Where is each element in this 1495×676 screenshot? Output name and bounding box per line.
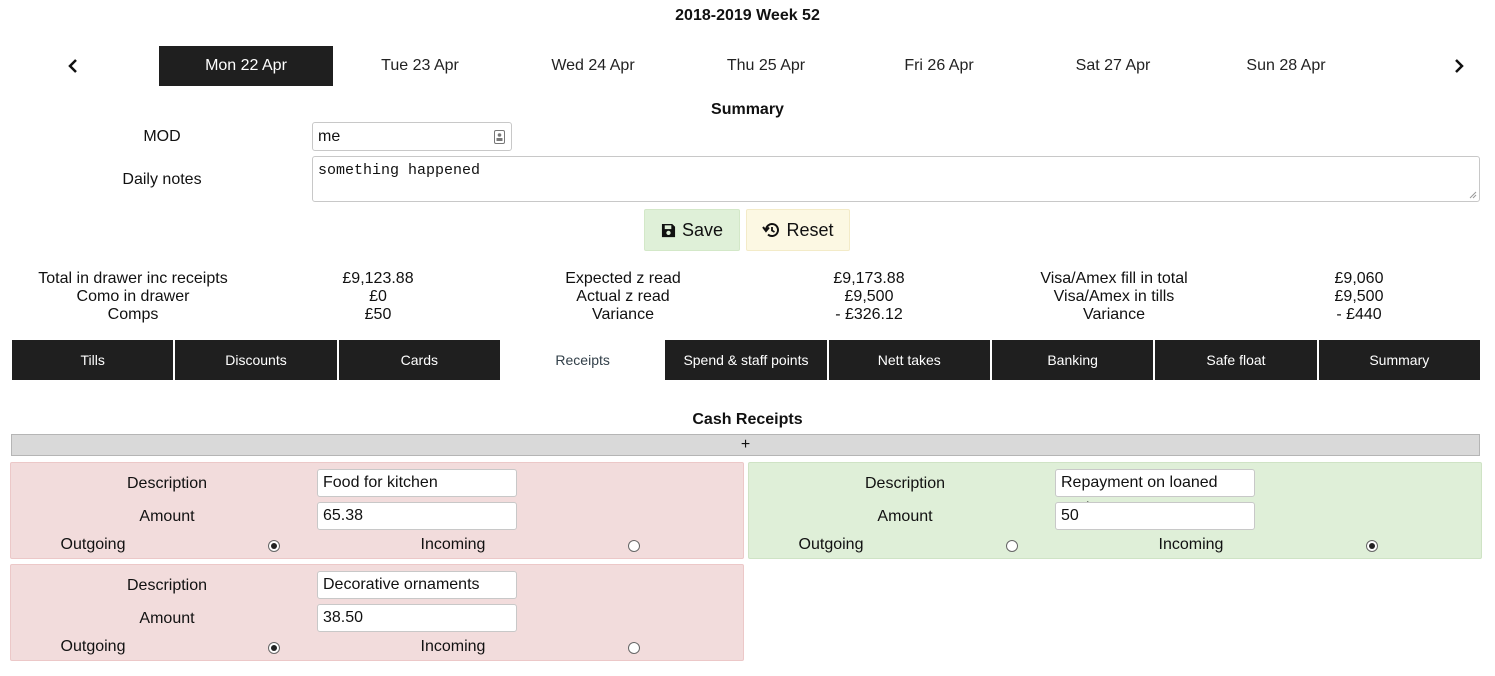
day-tab-tue[interactable]: Tue 23 Apr [333,46,507,86]
page-title: 2018-2019 Week 52 [675,7,820,24]
stat-label: Variance [1083,306,1145,323]
stat-value: £9,173.88 [833,270,905,287]
stat-label: Total in drawer inc receipts [38,270,228,287]
day-tab-sat[interactable]: Sat 27 Apr [1026,46,1200,86]
receipt-card: Description Food for kitchen Amount 65.3… [10,462,744,559]
stat-value: £50 [364,306,392,323]
cash-receipts-heading: Cash Receipts [692,411,803,428]
outgoing-radio[interactable] [1006,540,1018,552]
amount-label: Amount [139,610,195,627]
floppy-disk-icon [661,223,676,237]
prev-week-button[interactable] [58,52,88,80]
stat-label: Visa/Amex fill in total [1040,270,1188,287]
stat-value: - £440 [1336,306,1382,323]
stats-col1-values: £9,123.88 £0 £50 [298,270,458,324]
outgoing-label: Outgoing [60,536,126,553]
description-input[interactable]: Decorative ornaments [317,571,517,599]
reset-button-label: Reset [786,219,834,240]
stat-value: - £326.12 [835,306,903,323]
tab-summary[interactable]: Summary [1318,340,1480,380]
daily-notes-textarea[interactable]: something happened [312,156,1480,202]
stats-col3-labels: Visa/Amex fill in total Visa/Amex in til… [994,270,1234,324]
section-tabs: Tills Discounts Cards Receipts Spend & s… [12,340,1480,380]
daily-notes-label: Daily notes [122,171,202,188]
tab-safe-float[interactable]: Safe float [1155,340,1317,380]
amount-input[interactable]: 50 [1055,502,1255,530]
incoming-label: Incoming [420,638,486,655]
stat-value: £9,060 [1334,270,1384,287]
stat-label: Variance [592,306,654,323]
mod-label: MOD [143,128,181,145]
save-button[interactable]: Save [644,209,740,251]
incoming-label: Incoming [1158,536,1224,553]
history-icon [762,223,780,238]
mod-input[interactable]: me [312,122,512,151]
stat-value: £9,500 [1334,288,1384,305]
stat-label: Como in drawer [76,288,190,305]
tab-discounts[interactable]: Discounts [175,340,337,380]
tab-nett-takes[interactable]: Nett takes [828,340,990,380]
reset-button[interactable]: Reset [746,209,850,251]
day-tab-sun[interactable]: Sun 28 Apr [1199,46,1373,86]
resize-handle-icon[interactable] [1469,191,1477,199]
description-label: Description [126,475,208,492]
tab-banking[interactable]: Banking [991,340,1154,380]
outgoing-label: Outgoing [798,536,864,553]
amount-label: Amount [877,508,933,525]
add-receipt-button[interactable]: + [11,434,1480,456]
stats-col2-values: £9,173.88 £9,500 - £326.12 [789,270,949,324]
tab-cards[interactable]: Cards [338,340,500,380]
incoming-label: Incoming [420,536,486,553]
outgoing-label: Outgoing [60,638,126,655]
day-tab-wed[interactable]: Wed 24 Apr [506,46,680,86]
next-week-button[interactable] [1444,52,1474,80]
description-input[interactable]: Food for kitchen [317,469,517,497]
receipt-card: Description Repayment on loaned cash Amo… [748,462,1482,559]
stats-col3-values: £9,060 £9,500 - £440 [1279,270,1439,324]
description-label: Description [126,577,208,594]
mod-input-value: me [318,128,341,145]
stat-label: Actual z read [576,288,670,305]
chevron-left-icon [68,59,77,73]
day-tab-thu[interactable]: Thu 25 Apr [679,46,853,86]
incoming-radio[interactable] [628,540,640,552]
amount-label: Amount [139,508,195,525]
daily-notes-value: something happened [318,162,481,179]
stat-label: Comps [107,306,159,323]
tab-receipts[interactable]: Receipts [501,340,664,380]
stat-value: £0 [369,288,387,305]
tab-tills[interactable]: Tills [12,340,174,380]
day-tab-fri[interactable]: Fri 26 Apr [852,46,1026,86]
chevron-right-icon [1455,59,1464,73]
stats-col1-labels: Total in drawer inc receipts Como in dra… [13,270,253,324]
outgoing-radio[interactable] [268,540,280,552]
tab-spend-staff-points[interactable]: Spend & staff points [665,340,827,380]
incoming-radio[interactable] [1366,540,1378,552]
stat-label: Visa/Amex in tills [1053,288,1175,305]
amount-input[interactable]: 65.38 [317,502,517,530]
contact-card-icon [494,130,505,144]
amount-input[interactable]: 38.50 [317,604,517,632]
stats-col2-labels: Expected z read Actual z read Variance [503,270,743,324]
day-tab-mon[interactable]: Mon 22 Apr [159,46,333,86]
description-input[interactable]: Repayment on loaned cash [1055,469,1255,517]
summary-heading: Summary [711,101,784,118]
stat-value: £9,123.88 [342,270,414,287]
description-label: Description [864,475,946,492]
stat-value: £9,500 [844,288,894,305]
save-button-label: Save [681,219,724,240]
incoming-radio[interactable] [628,642,640,654]
outgoing-radio[interactable] [268,642,280,654]
stat-label: Expected z read [565,270,681,287]
receipt-card: Description Decorative ornaments Amount … [10,564,744,661]
